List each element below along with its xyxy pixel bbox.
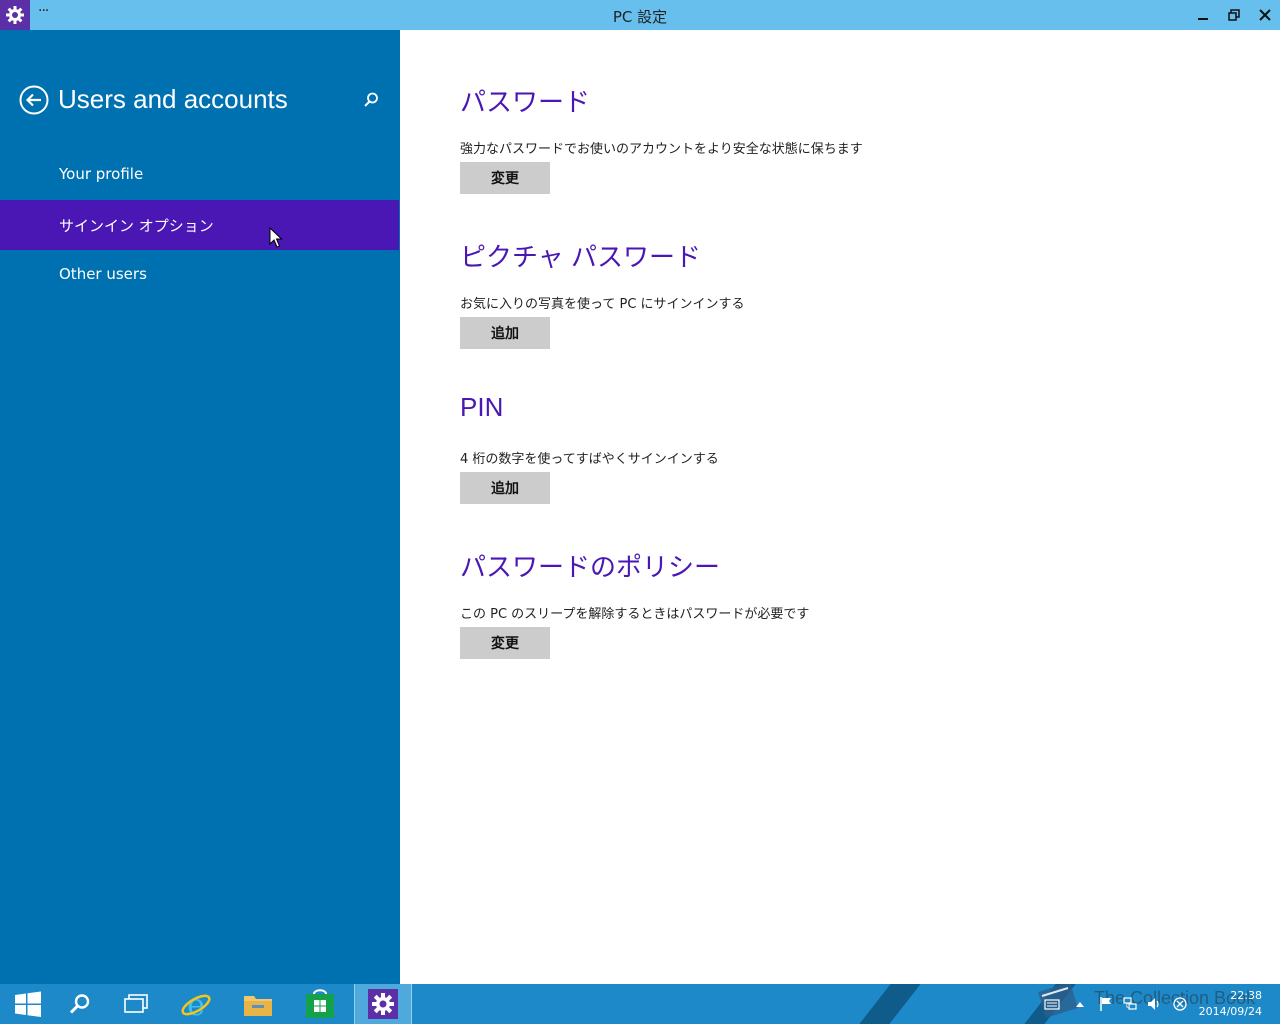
password-section: パスワード 強力なパスワードでお使いのアカウントをより安全な状態に保ちます 変更 <box>460 82 863 194</box>
window-title: PC 設定 <box>612 8 668 26</box>
back-arrow-icon <box>19 85 49 115</box>
folder-icon <box>244 996 272 1016</box>
settings-gear-icon <box>368 989 398 1019</box>
store-button[interactable] <box>292 984 348 1024</box>
add-pin-button[interactable]: 追加 <box>460 472 550 504</box>
sidebar: Users and accounts Your profile サインイン オプ… <box>0 30 400 984</box>
task-view-icon <box>124 994 148 1013</box>
clock[interactable]: 22:38 2014/09/24 <box>1199 988 1262 1020</box>
keyboard-icon[interactable] <box>1044 996 1060 1012</box>
svg-text:e: e <box>187 988 205 1020</box>
task-view-button[interactable] <box>108 984 164 1024</box>
taskbar-decoration <box>859 984 921 1024</box>
internet-explorer-icon: e <box>181 988 211 1020</box>
section-heading: ピクチャ パスワード <box>460 242 701 272</box>
no-connection-icon[interactable] <box>1172 996 1188 1012</box>
sidebar-title: Users and accounts <box>58 84 288 114</box>
sidebar-item-your-profile[interactable]: Your profile <box>0 149 399 199</box>
back-button[interactable] <box>19 85 49 115</box>
taskbar: e The Collection Book 22:38 2014/09/24 <box>0 984 1280 1024</box>
minimize-button[interactable] <box>1188 0 1218 30</box>
main-content: パスワード 強力なパスワードでお使いのアカウントをより安全な状態に保ちます 変更… <box>400 30 1280 984</box>
network-icon[interactable] <box>1122 996 1138 1012</box>
section-heading: パスワードのポリシー <box>460 552 721 582</box>
close-button[interactable] <box>1250 0 1280 30</box>
search-button[interactable] <box>361 90 381 110</box>
section-heading: PIN <box>460 392 504 422</box>
restore-button[interactable] <box>1219 0 1249 30</box>
close-icon <box>1259 9 1271 21</box>
pin-section: PIN 4 桁の数字を使ってすばやくサインインする 追加 <box>460 392 719 504</box>
sidebar-item-label: サインイン オプション <box>59 216 214 235</box>
section-description: 強力なパスワードでお使いのアカウントをより安全な状態に保ちます <box>460 142 863 157</box>
change-password-policy-button[interactable]: 変更 <box>460 627 550 659</box>
restore-icon <box>1228 9 1240 21</box>
action-center-flag-icon[interactable] <box>1098 996 1114 1012</box>
minimize-icon <box>1198 18 1208 20</box>
windows-logo-icon <box>15 991 41 1017</box>
taskbar-search-button[interactable] <box>52 984 108 1024</box>
section-heading: パスワード <box>460 87 591 117</box>
file-explorer-button[interactable] <box>230 984 286 1024</box>
sidebar-item-label: Other users <box>59 265 147 283</box>
clock-time: 22:38 <box>1230 989 1262 1002</box>
mouse-cursor-icon <box>269 227 283 248</box>
title-bar: ··· PC 設定 <box>0 0 1280 30</box>
sidebar-item-label: Your profile <box>59 165 144 183</box>
store-icon <box>306 989 334 1018</box>
add-picture-password-button[interactable]: 追加 <box>460 317 550 349</box>
sidebar-item-sign-in-options[interactable]: サインイン オプション <box>0 200 399 250</box>
volume-icon[interactable] <box>1146 996 1162 1012</box>
search-icon <box>364 92 378 107</box>
search-icon <box>69 994 90 1014</box>
clock-date: 2014/09/24 <box>1198 1005 1262 1018</box>
password-policy-section: パスワードのポリシー この PC のスリープを解除するときはパスワードが必要です… <box>460 547 809 659</box>
start-button[interactable] <box>0 984 56 1024</box>
change-password-button[interactable]: 変更 <box>460 162 550 194</box>
show-hidden-icons-icon[interactable] <box>1072 996 1088 1012</box>
pc-settings-taskbar-button[interactable] <box>354 984 412 1024</box>
internet-explorer-button[interactable]: e <box>168 984 224 1024</box>
section-description: 4 桁の数字を使ってすばやくサインインする <box>460 452 719 467</box>
section-description: この PC のスリープを解除するときはパスワードが必要です <box>460 607 810 622</box>
sidebar-item-other-users[interactable]: Other users <box>0 249 399 299</box>
picture-password-section: ピクチャ パスワード お気に入りの写真を使って PC にサインインする 追加 <box>460 237 745 349</box>
section-description: お気に入りの写真を使って PC にサインインする <box>460 297 745 312</box>
